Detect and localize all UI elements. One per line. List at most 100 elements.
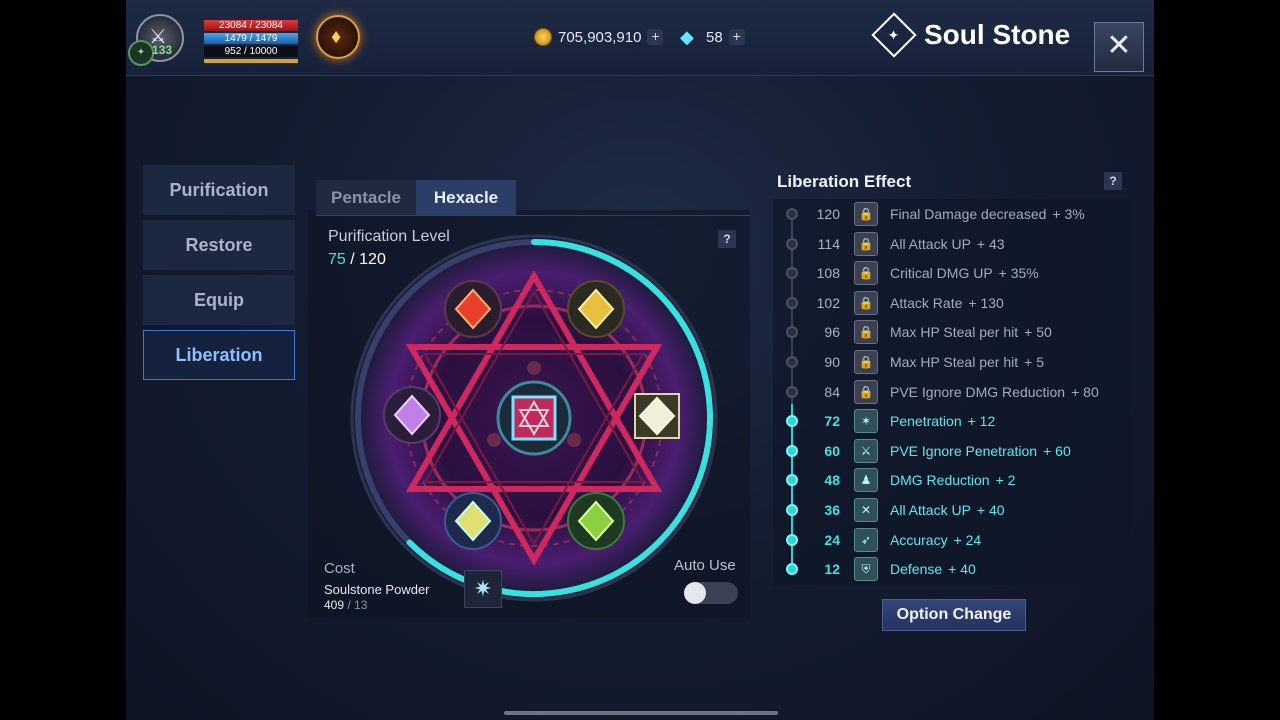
effect-level: 120 — [816, 206, 840, 222]
effect-level: 72 — [824, 413, 840, 430]
gem-slot-center[interactable] — [511, 395, 557, 441]
level-node — [786, 237, 798, 250]
effect-name: All Attack UP — [890, 502, 971, 518]
effect-name: PVE Ignore Penetration — [890, 442, 1038, 459]
gem-slot-green[interactable] — [567, 492, 625, 550]
effect-text: Penetration + 12 — [890, 413, 995, 429]
letterbox-right — [1154, 0, 1280, 720]
gem-slot-gold[interactable] — [567, 280, 625, 338]
level-node — [786, 208, 798, 220]
tab-hexacle[interactable]: Hexacle — [416, 180, 516, 216]
tab-pentacle[interactable]: Pentacle — [316, 180, 416, 216]
level-node — [786, 296, 798, 309]
node-left — [487, 433, 501, 447]
effect-bonus: + 2 — [995, 472, 1016, 489]
effect-name: Critical DMG UP — [890, 265, 993, 282]
letterbox-left — [0, 0, 126, 720]
menu-item-restore[interactable]: Restore — [143, 220, 295, 270]
effect-bonus: + 80 — [1071, 383, 1099, 400]
effect-level: 12 — [824, 561, 840, 578]
effect-bonus: + 130 — [968, 294, 1004, 311]
effect-bonus: + 24 — [953, 531, 982, 548]
effect-name: Attack Rate — [890, 294, 963, 311]
toggle-knob — [684, 582, 706, 604]
lock-icon: 🔒 — [854, 261, 878, 286]
cost-owned: 409 — [324, 598, 345, 612]
effect-row: 96 🔒 Max HP Steal per hit + 50 — [786, 318, 1126, 346]
soulstone-powder-icon[interactable]: ✷ — [464, 570, 502, 608]
penetration-icon: ✶ — [854, 409, 878, 434]
gem-slot-blue[interactable] — [444, 492, 502, 550]
effect-row: 72 ✶ Penetration + 12 — [786, 407, 1126, 435]
effect-level: 48 — [824, 472, 840, 489]
effect-text: Attack Rate + 130 — [890, 295, 1004, 311]
effect-bonus: + 60 — [1043, 442, 1071, 459]
gold-display: 705,903,910 + — [534, 27, 664, 47]
menu-item-equip[interactable]: Equip — [143, 275, 295, 325]
node-right — [567, 433, 581, 447]
menu-item-purification[interactable]: Purification — [143, 165, 295, 215]
effect-level: 102 — [816, 294, 840, 311]
class-emblem-icon: ✦ — [128, 40, 154, 66]
effect-text: Final Damage decreased + 3% — [890, 206, 1085, 222]
side-menu: Purification Restore Equip Liberation — [143, 165, 295, 385]
tab-divider — [316, 215, 750, 216]
effect-name: Defense — [890, 561, 943, 578]
attack-icon: ✕ — [854, 498, 878, 522]
liberation-effect-title: Liberation Effect — [777, 172, 912, 191]
effect-level: 90 — [824, 354, 840, 370]
purification-help-button[interactable]: ? — [718, 230, 736, 248]
gem-slot-white[interactable] — [634, 393, 680, 439]
lock-icon: 🔒 — [854, 320, 878, 345]
effect-bonus: + 43 — [976, 235, 1005, 252]
effect-name: PVE Ignore DMG Reduction — [890, 383, 1066, 400]
effect-level: 60 — [824, 442, 840, 459]
gem-display: ◆ 58 + — [680, 27, 745, 47]
level-node — [786, 415, 798, 428]
level-node — [786, 504, 798, 516]
gem-amount: 58 — [706, 28, 723, 46]
option-change-button[interactable]: Option Change — [882, 599, 1026, 631]
effect-name: Penetration — [890, 413, 962, 430]
gem-slot-red[interactable] — [444, 280, 502, 338]
effect-bonus: + 40 — [976, 502, 1005, 518]
effect-level: 114 — [817, 235, 840, 252]
top-bar: ⚔ ✦ 133 23084 / 23084 1479 / 1479 952 / … — [126, 0, 1154, 76]
lock-icon: 🔒 — [854, 202, 878, 226]
accuracy-icon: ➶ — [854, 527, 878, 552]
node-top — [527, 361, 541, 375]
level-node — [786, 267, 798, 280]
lock-icon: 🔒 — [854, 350, 878, 374]
effect-row: 108 🔒 Critical DMG UP + 35% — [786, 259, 1126, 287]
effect-text: Max HP Steal per hit + 50 — [890, 324, 1052, 340]
pve-icon: ⚔ — [854, 438, 878, 463]
gem-slot-purple[interactable] — [383, 386, 441, 444]
xp-progress — [204, 59, 298, 63]
page-title: Soul Stone — [924, 19, 1071, 50]
cost-item-name: Soulstone Powder — [324, 582, 430, 597]
close-button[interactable]: ✕ — [1094, 22, 1144, 72]
menu-item-liberation[interactable]: Liberation — [143, 330, 295, 380]
liberation-help-button[interactable]: ? — [1104, 172, 1122, 190]
hp-bar: 23084 / 23084 — [204, 20, 298, 31]
guild-emblem-icon[interactable]: ♦ — [316, 15, 360, 59]
level-node — [786, 563, 798, 576]
level-node — [786, 444, 798, 457]
auto-use-toggle[interactable] — [684, 582, 738, 604]
effect-name: Final Damage decreased — [890, 206, 1047, 222]
level-node — [786, 326, 798, 339]
effect-text: PVE Ignore DMG Reduction + 80 — [890, 384, 1099, 400]
home-indicator — [504, 711, 778, 715]
level-node — [786, 533, 798, 546]
effect-name: DMG Reduction — [890, 472, 990, 489]
effect-row: 24 ➶ Accuracy + 24 — [786, 526, 1126, 554]
add-gold-button[interactable]: + — [647, 29, 664, 45]
level-node — [786, 474, 798, 487]
effect-row: 102 🔒 Attack Rate + 130 — [786, 289, 1126, 317]
effect-text: Critical DMG UP + 35% — [890, 265, 1039, 281]
add-gems-button[interactable]: + — [728, 29, 745, 45]
cost-label: Cost — [324, 560, 355, 577]
effect-row: 60 ⚔ PVE Ignore Penetration + 60 — [786, 437, 1126, 465]
effect-row: 48 ♟ DMG Reduction + 2 — [786, 466, 1126, 494]
effect-row: 36 ✕ All Attack UP + 40 — [786, 496, 1126, 524]
